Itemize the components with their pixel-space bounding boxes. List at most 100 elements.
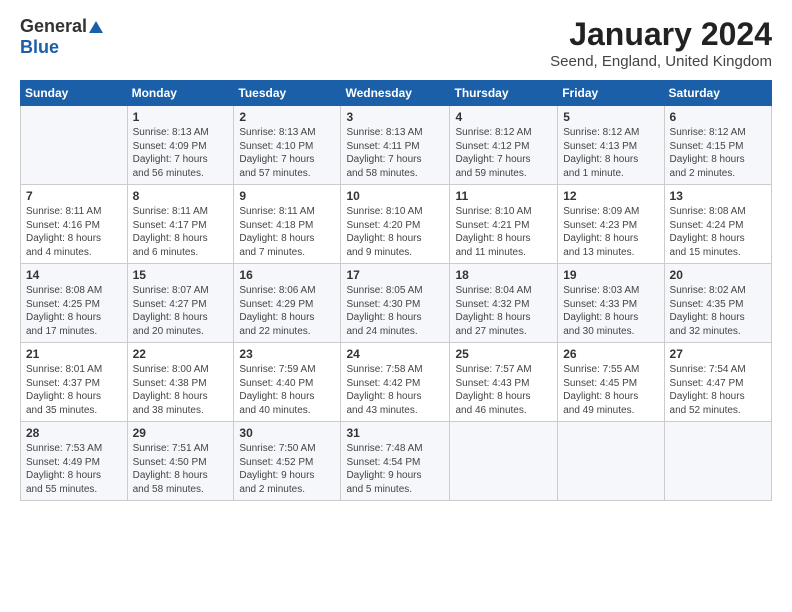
cell-details: Sunrise: 8:13 AM Sunset: 4:10 PM Dayligh… xyxy=(239,126,335,180)
day-number: 2 xyxy=(239,110,335,124)
table-row: 24 Sunrise: 7:58 AM Sunset: 4:42 PM Dayli… xyxy=(341,343,450,422)
table-row: 14Sunrise: 8:08 AM Sunset: 4:25 PM Dayli… xyxy=(21,264,128,343)
day-number: 19 xyxy=(563,268,658,282)
table-row: 2 Sunrise: 8:13 AM Sunset: 4:10 PM Daylig… xyxy=(234,106,341,185)
day-number: 14 xyxy=(26,268,122,282)
week-row-3: 14Sunrise: 8:08 AM Sunset: 4:25 PM Dayli… xyxy=(21,264,772,343)
table-row: 7Sunrise: 8:11 AM Sunset: 4:16 PM Daylig… xyxy=(21,185,128,264)
cell-details: Sunrise: 7:58 AM Sunset: 4:42 PM Dayligh… xyxy=(346,363,444,417)
day-number: 12 xyxy=(563,189,658,203)
cell-details: Sunrise: 8:13 AM Sunset: 4:11 PM Dayligh… xyxy=(346,126,444,180)
cell-details: Sunrise: 8:02 AM Sunset: 4:35 PM Dayligh… xyxy=(670,284,766,338)
week-row-2: 7Sunrise: 8:11 AM Sunset: 4:16 PM Daylig… xyxy=(21,185,772,264)
header-area: General Blue January 2024 Seend, England… xyxy=(20,16,772,70)
cell-details: Sunrise: 8:04 AM Sunset: 4:32 PM Dayligh… xyxy=(455,284,552,338)
logo-blue-text: Blue xyxy=(20,37,59,58)
day-number: 21 xyxy=(26,347,122,361)
cell-details: Sunrise: 7:48 AM Sunset: 4:54 PM Dayligh… xyxy=(346,442,444,496)
day-number: 27 xyxy=(670,347,766,361)
cell-details: Sunrise: 8:10 AM Sunset: 4:20 PM Dayligh… xyxy=(346,205,444,259)
col-sunday: Sunday xyxy=(21,81,128,106)
day-number: 29 xyxy=(133,426,229,440)
calendar-subtitle: Seend, England, United Kingdom xyxy=(550,53,772,70)
day-number: 24 xyxy=(346,347,444,361)
table-row: 18Sunrise: 8:04 AM Sunset: 4:32 PM Dayli… xyxy=(450,264,558,343)
cell-details: Sunrise: 8:08 AM Sunset: 4:24 PM Dayligh… xyxy=(670,205,766,259)
day-number: 3 xyxy=(346,110,444,124)
table-row xyxy=(558,422,664,501)
day-number: 23 xyxy=(239,347,335,361)
table-row: 1 Sunrise: 8:13 AM Sunset: 4:09 PM Daylig… xyxy=(127,106,234,185)
table-row: 25Sunrise: 7:57 AM Sunset: 4:43 PM Dayli… xyxy=(450,343,558,422)
day-number: 1 xyxy=(133,110,229,124)
logo-general-text: General xyxy=(20,16,87,37)
cell-details: Sunrise: 8:11 AM Sunset: 4:18 PM Dayligh… xyxy=(239,205,335,259)
col-thursday: Thursday xyxy=(450,81,558,106)
table-row: 23 Sunrise: 7:59 AM Sunset: 4:40 PM Dayli… xyxy=(234,343,341,422)
cell-details: Sunrise: 7:53 AM Sunset: 4:49 PM Dayligh… xyxy=(26,442,122,496)
day-number: 28 xyxy=(26,426,122,440)
week-row-4: 21 Sunrise: 8:01 AM Sunset: 4:37 PM Dayli… xyxy=(21,343,772,422)
table-row xyxy=(21,106,128,185)
day-number: 5 xyxy=(563,110,658,124)
cell-details: Sunrise: 7:55 AM Sunset: 4:45 PM Dayligh… xyxy=(563,363,658,417)
cell-details: Sunrise: 7:54 AM Sunset: 4:47 PM Dayligh… xyxy=(670,363,766,417)
day-number: 9 xyxy=(239,189,335,203)
table-row xyxy=(450,422,558,501)
day-number: 20 xyxy=(670,268,766,282)
table-row: 16Sunrise: 8:06 AM Sunset: 4:29 PM Dayli… xyxy=(234,264,341,343)
day-number: 22 xyxy=(133,347,229,361)
table-row: 6Sunrise: 8:12 AM Sunset: 4:15 PM Daylig… xyxy=(664,106,771,185)
cell-details: Sunrise: 8:03 AM Sunset: 4:33 PM Dayligh… xyxy=(563,284,658,338)
day-number: 26 xyxy=(563,347,658,361)
day-number: 16 xyxy=(239,268,335,282)
table-row: 17 Sunrise: 8:05 AM Sunset: 4:30 PM Dayli… xyxy=(341,264,450,343)
cell-details: Sunrise: 7:50 AM Sunset: 4:52 PM Dayligh… xyxy=(239,442,335,496)
table-row: 3 Sunrise: 8:13 AM Sunset: 4:11 PM Daylig… xyxy=(341,106,450,185)
table-row: 26 Sunrise: 7:55 AM Sunset: 4:45 PM Dayli… xyxy=(558,343,664,422)
table-row: 10Sunrise: 8:10 AM Sunset: 4:20 PM Dayli… xyxy=(341,185,450,264)
table-row: 8Sunrise: 8:11 AM Sunset: 4:17 PM Daylig… xyxy=(127,185,234,264)
cell-details: Sunrise: 8:01 AM Sunset: 4:37 PM Dayligh… xyxy=(26,363,122,417)
table-row: 30 Sunrise: 7:50 AM Sunset: 4:52 PM Dayli… xyxy=(234,422,341,501)
cell-details: Sunrise: 8:10 AM Sunset: 4:21 PM Dayligh… xyxy=(455,205,552,259)
cell-details: Sunrise: 8:13 AM Sunset: 4:09 PM Dayligh… xyxy=(133,126,229,180)
table-row: 11 Sunrise: 8:10 AM Sunset: 4:21 PM Dayli… xyxy=(450,185,558,264)
calendar-title: January 2024 xyxy=(550,16,772,53)
day-number: 17 xyxy=(346,268,444,282)
day-number: 6 xyxy=(670,110,766,124)
logo-triangle-icon xyxy=(88,19,104,35)
col-wednesday: Wednesday xyxy=(341,81,450,106)
day-number: 30 xyxy=(239,426,335,440)
cell-details: Sunrise: 8:00 AM Sunset: 4:38 PM Dayligh… xyxy=(133,363,229,417)
day-number: 11 xyxy=(455,189,552,203)
cell-details: Sunrise: 8:11 AM Sunset: 4:16 PM Dayligh… xyxy=(26,205,122,259)
day-number: 31 xyxy=(346,426,444,440)
day-number: 4 xyxy=(455,110,552,124)
day-number: 8 xyxy=(133,189,229,203)
cell-details: Sunrise: 8:09 AM Sunset: 4:23 PM Dayligh… xyxy=(563,205,658,259)
page: General Blue January 2024 Seend, England… xyxy=(0,0,792,511)
day-number: 13 xyxy=(670,189,766,203)
table-row: 19 Sunrise: 8:03 AM Sunset: 4:33 PM Dayli… xyxy=(558,264,664,343)
cell-details: Sunrise: 8:05 AM Sunset: 4:30 PM Dayligh… xyxy=(346,284,444,338)
table-row: 31 Sunrise: 7:48 AM Sunset: 4:54 PM Dayli… xyxy=(341,422,450,501)
table-row: 15 Sunrise: 8:07 AM Sunset: 4:27 PM Dayli… xyxy=(127,264,234,343)
week-row-5: 28 Sunrise: 7:53 AM Sunset: 4:49 PM Dayli… xyxy=(21,422,772,501)
table-row: 20 Sunrise: 8:02 AM Sunset: 4:35 PM Dayli… xyxy=(664,264,771,343)
table-row: 21 Sunrise: 8:01 AM Sunset: 4:37 PM Dayli… xyxy=(21,343,128,422)
table-row: 12 Sunrise: 8:09 AM Sunset: 4:23 PM Dayli… xyxy=(558,185,664,264)
cell-details: Sunrise: 8:12 AM Sunset: 4:13 PM Dayligh… xyxy=(563,126,658,180)
col-friday: Friday xyxy=(558,81,664,106)
table-row xyxy=(664,422,771,501)
table-row: 4 Sunrise: 8:12 AM Sunset: 4:12 PM Daylig… xyxy=(450,106,558,185)
col-saturday: Saturday xyxy=(664,81,771,106)
cell-details: Sunrise: 7:59 AM Sunset: 4:40 PM Dayligh… xyxy=(239,363,335,417)
day-number: 15 xyxy=(133,268,229,282)
cell-details: Sunrise: 7:57 AM Sunset: 4:43 PM Dayligh… xyxy=(455,363,552,417)
table-row: 9 Sunrise: 8:11 AM Sunset: 4:18 PM Daylig… xyxy=(234,185,341,264)
table-row: 22 Sunrise: 8:00 AM Sunset: 4:38 PM Dayli… xyxy=(127,343,234,422)
cell-details: Sunrise: 8:12 AM Sunset: 4:12 PM Dayligh… xyxy=(455,126,552,180)
header-row: Sunday Monday Tuesday Wednesday Thursday… xyxy=(21,81,772,106)
cell-details: Sunrise: 8:07 AM Sunset: 4:27 PM Dayligh… xyxy=(133,284,229,338)
